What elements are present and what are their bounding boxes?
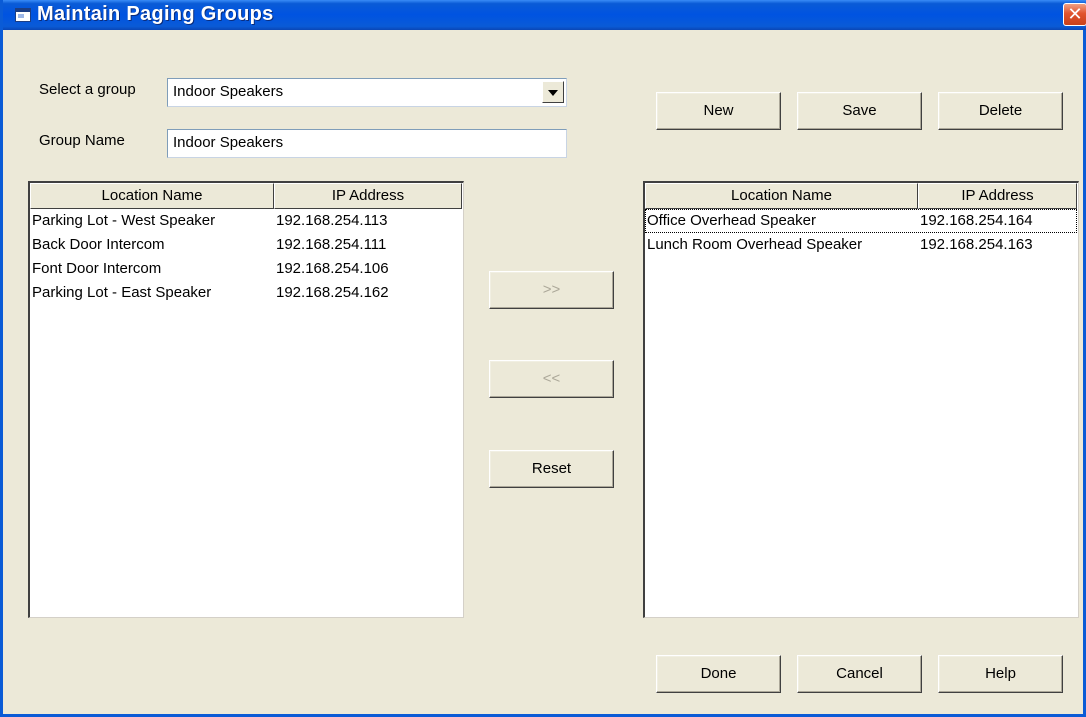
list-header: Location Name IP Address xyxy=(645,183,1078,209)
list-item[interactable]: Lunch Room Overhead Speaker 192.168.254.… xyxy=(645,233,1078,257)
select-group-dropdown[interactable]: Indoor Speakers xyxy=(167,78,567,107)
available-locations-list[interactable]: Location Name IP Address Parking Lot - W… xyxy=(28,181,464,618)
list-item[interactable]: Parking Lot - West Speaker 192.168.254.1… xyxy=(30,209,463,233)
close-icon[interactable]: ✕ xyxy=(1063,3,1086,26)
list-header: Location Name IP Address xyxy=(30,183,463,209)
location-name-cell: Parking Lot - West Speaker xyxy=(32,212,216,229)
group-name-label: Group Name xyxy=(39,132,125,149)
group-name-field[interactable]: Indoor Speakers xyxy=(167,129,567,158)
new-button[interactable]: New xyxy=(656,92,781,130)
location-name-cell: Font Door Intercom xyxy=(32,260,162,277)
ip-address-cell: 192.168.254.113 xyxy=(276,212,388,229)
column-header-location-name[interactable]: Location Name xyxy=(30,183,274,209)
dropdown-arrow-icon[interactable] xyxy=(542,81,564,103)
window-app-icon xyxy=(15,8,31,22)
reset-button[interactable]: Reset xyxy=(489,450,614,488)
location-name-cell: Parking Lot - East Speaker xyxy=(32,284,212,301)
ip-address-cell: 192.168.254.162 xyxy=(276,284,389,301)
column-header-ip-address[interactable]: IP Address xyxy=(918,183,1077,209)
list-item[interactable]: Back Door Intercom 192.168.254.111 xyxy=(30,233,463,257)
list-item[interactable]: Font Door Intercom 192.168.254.106 xyxy=(30,257,463,281)
window-title: Maintain Paging Groups xyxy=(37,3,274,25)
ip-address-cell: 192.168.254.163 xyxy=(920,236,1033,253)
cancel-button[interactable]: Cancel xyxy=(797,655,922,693)
save-button[interactable]: Save xyxy=(797,92,922,130)
location-name-cell: Office Overhead Speaker xyxy=(647,212,816,229)
select-group-label: Select a group xyxy=(39,81,136,98)
ip-address-cell: 192.168.254.106 xyxy=(276,260,389,277)
done-button[interactable]: Done xyxy=(656,655,781,693)
list-item[interactable]: Parking Lot - East Speaker 192.168.254.1… xyxy=(30,281,463,305)
title-bar[interactable]: Maintain Paging Groups ✕ xyxy=(3,0,1086,30)
column-header-location-name[interactable]: Location Name xyxy=(645,183,918,209)
list-item-focused[interactable]: Office Overhead Speaker 192.168.254.164 xyxy=(645,209,1077,233)
remove-from-group-button[interactable]: << xyxy=(489,360,614,398)
ip-address-cell: 192.168.254.111 xyxy=(276,236,387,253)
add-to-group-button[interactable]: >> xyxy=(489,271,614,309)
help-button[interactable]: Help xyxy=(938,655,1063,693)
location-name-cell: Lunch Room Overhead Speaker xyxy=(647,236,863,253)
column-header-ip-address[interactable]: IP Address xyxy=(274,183,462,209)
group-name-value: Indoor Speakers xyxy=(173,134,284,151)
select-group-value: Indoor Speakers xyxy=(173,83,284,100)
ip-address-cell: 192.168.254.164 xyxy=(920,212,1033,229)
delete-button[interactable]: Delete xyxy=(938,92,1063,130)
location-name-cell: Back Door Intercom xyxy=(32,236,165,253)
group-members-list[interactable]: Location Name IP Address Office Overhead… xyxy=(643,181,1079,618)
dialog-window: Maintain Paging Groups ✕ Select a group … xyxy=(0,0,1086,717)
